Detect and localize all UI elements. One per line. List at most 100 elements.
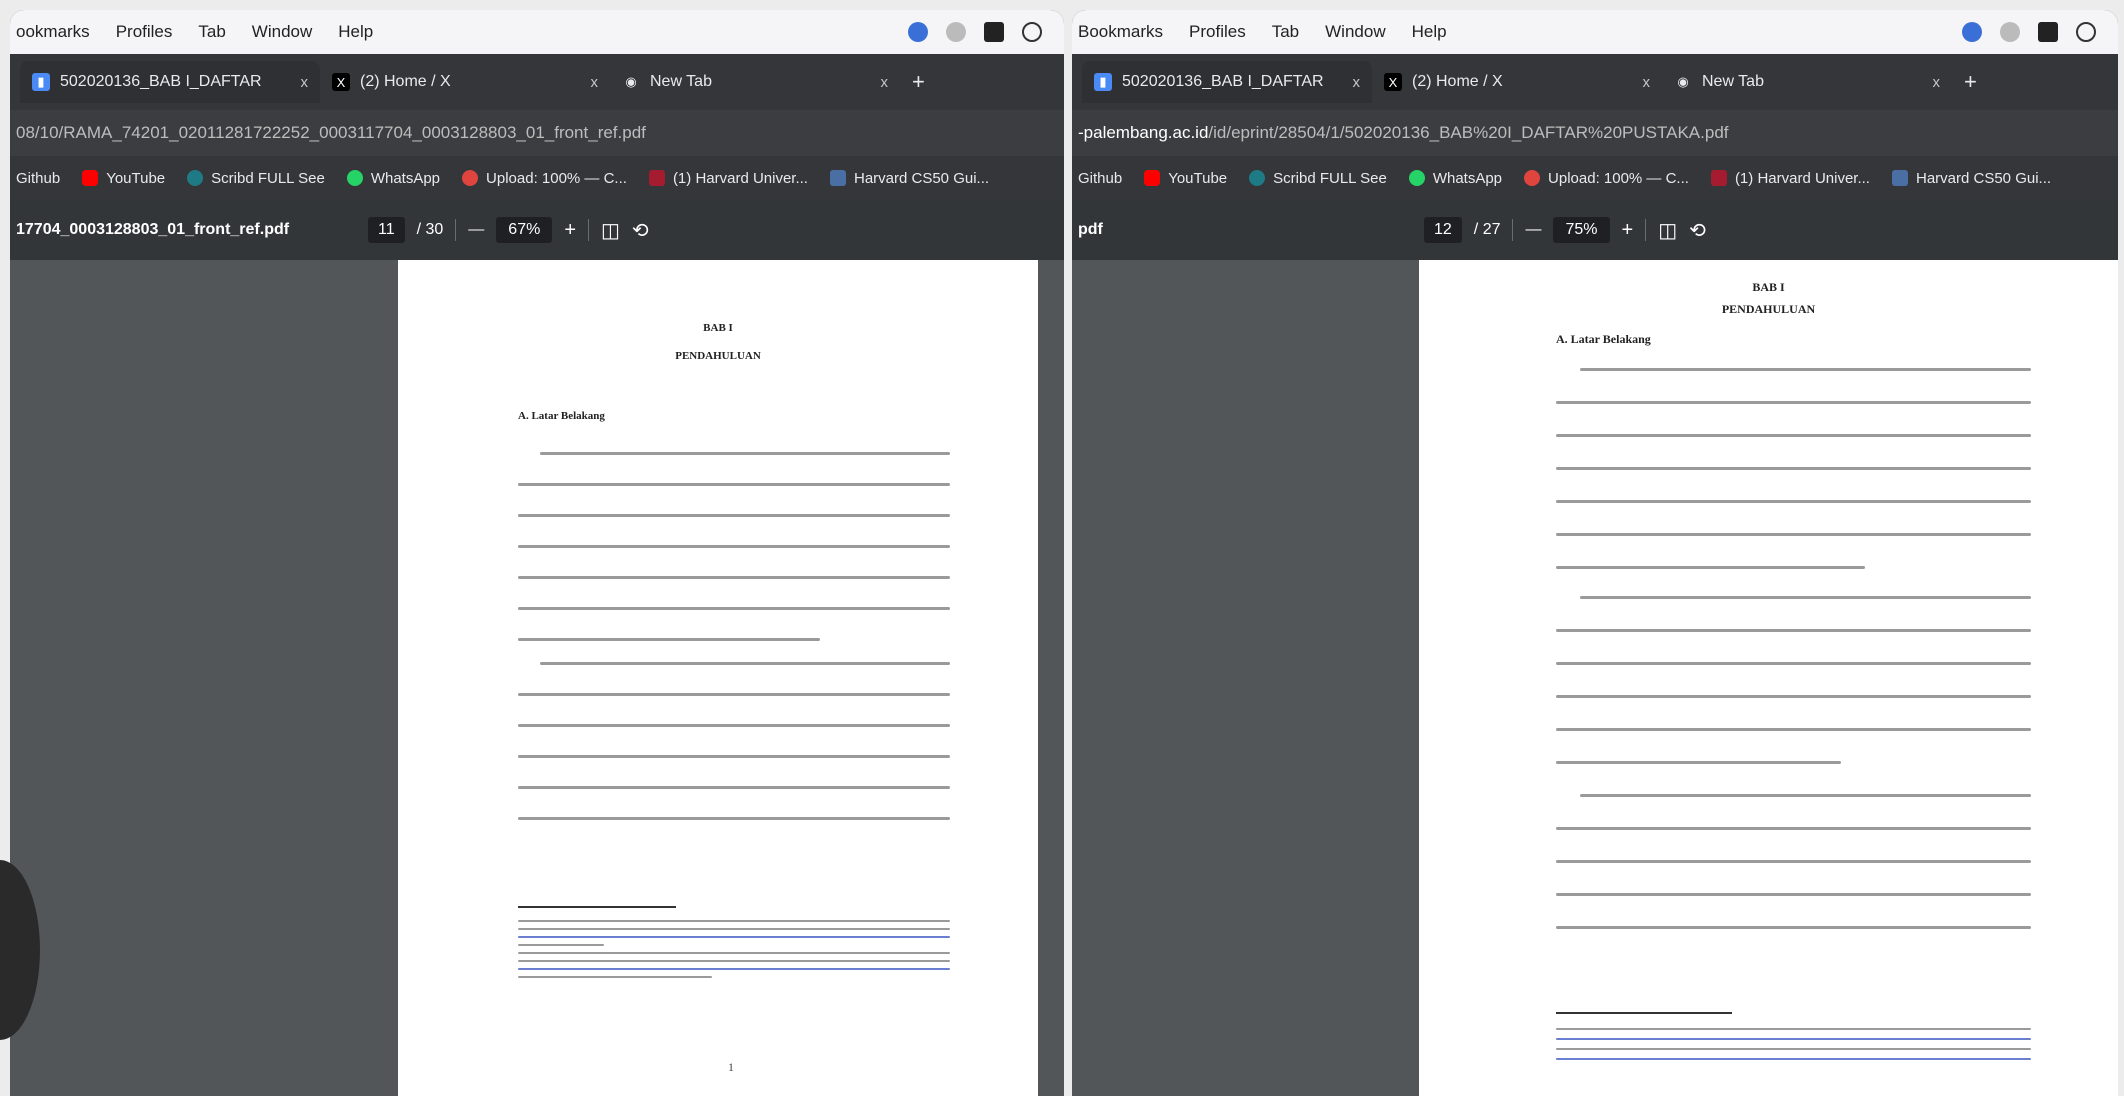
bookmark-label: Harvard CS50 Gui... (853, 169, 990, 187)
new-tab-button[interactable]: + (1952, 69, 1989, 95)
left-browser-window: ookmarks Profiles Tab Window Help ▮ 5020… (10, 10, 1064, 1096)
rotate-icon[interactable]: ⟲ (1689, 218, 1706, 243)
footnote-rule (518, 906, 676, 908)
bookmark-harvard[interactable]: (1) Harvard Univer... (648, 169, 808, 187)
bookmark-whatsapp[interactable]: WhatsApp (1408, 170, 1502, 187)
bookmark-github[interactable]: Github (16, 170, 60, 187)
fit-page-icon[interactable]: ◫ (1658, 218, 1677, 243)
menu-window[interactable]: Window (1325, 22, 1385, 42)
tab-label: 502020136_BAB I_DAFTAR (60, 73, 262, 90)
bookmark-youtube[interactable]: YouTube (82, 170, 165, 187)
menu-bookmarks[interactable]: Bookmarks (1078, 22, 1163, 42)
menu-help[interactable]: Help (338, 22, 373, 42)
pdf-viewer[interactable]: BAB I PENDAHULUAN A. Latar Belakang (1072, 260, 2118, 1096)
body-text-paragraph-1 (518, 452, 950, 669)
bookmark-label: (1) Harvard Univer... (672, 169, 808, 187)
tab-pdf[interactable]: ▮ 502020136_BAB I_DAFTAR x (20, 61, 320, 103)
address-bar[interactable]: -palembang.ac.id /id/eprint/28504/1/5020… (1072, 110, 2118, 156)
bookmark-scribd[interactable]: Scribd FULL See (187, 170, 325, 187)
tab-x-home[interactable]: X (2) Home / X x (320, 61, 610, 103)
zoom-in-button[interactable]: + (564, 219, 576, 242)
pdf-viewer[interactable]: BAB I PENDAHULUAN A. Latar Belakang (10, 260, 1064, 1096)
menu-profiles[interactable]: Profiles (1189, 22, 1246, 42)
sync-icon[interactable] (946, 22, 966, 42)
menu-profiles[interactable]: Profiles (116, 22, 173, 42)
tab-label: (2) Home / X (1412, 73, 1503, 90)
bookmarks-bar: Github YouTube Scribd FULL See WhatsApp … (1072, 156, 2118, 200)
page-number-input[interactable]: 12 (1424, 217, 1462, 243)
bookmark-label: YouTube (1168, 169, 1228, 187)
chapter-number: BAB I (703, 322, 733, 334)
menu-bookmarks[interactable]: ookmarks (16, 22, 90, 42)
menu-bar: ookmarks Profiles Tab Window Help (10, 10, 1064, 54)
bookmark-whatsapp[interactable]: WhatsApp (346, 170, 440, 187)
cs50-icon (829, 170, 846, 186)
control-center-icon[interactable] (2076, 22, 2096, 42)
bookmark-cs50[interactable]: Harvard CS50 Gui... (829, 169, 990, 187)
sync-icon[interactable] (2000, 22, 2020, 42)
profile-icon[interactable] (908, 22, 928, 42)
bookmark-github[interactable]: Github (1078, 170, 1122, 187)
body-text-paragraph-1 (1556, 368, 2031, 599)
bookmark-youtube[interactable]: YouTube (1144, 170, 1227, 187)
close-icon[interactable]: x (1933, 74, 1941, 91)
bookmark-label: Github (16, 169, 61, 187)
youtube-icon (1144, 170, 1161, 186)
whatsapp-icon (346, 170, 363, 186)
close-icon[interactable]: x (881, 74, 889, 91)
zoom-input[interactable]: 67% (496, 217, 553, 243)
close-icon[interactable]: x (1353, 74, 1361, 91)
body-text-paragraph-3 (1556, 794, 2031, 959)
control-center-icon[interactable] (1022, 22, 1042, 42)
globe-icon: ◉ (625, 74, 637, 89)
bookmark-scribd[interactable]: Scribd FULL See (1249, 170, 1387, 187)
upload-icon (462, 170, 479, 186)
zoom-input[interactable]: 75% (1553, 217, 1610, 243)
cs50-icon (1891, 170, 1908, 186)
bookmark-harvard[interactable]: (1) Harvard Univer... (1710, 170, 1870, 187)
scribd-icon (187, 170, 204, 186)
rotate-icon[interactable]: ⟲ (632, 218, 649, 243)
system-tray (1962, 22, 2112, 42)
bookmark-cs50[interactable]: Harvard CS50 Gui... (1891, 169, 2052, 187)
zoom-in-button[interactable]: + (1622, 219, 1634, 242)
close-icon[interactable]: x (1643, 74, 1651, 91)
tab-new[interactable]: ◉ New Tab x (610, 61, 900, 103)
pdf-controls: 11 / 30 — 67% + ◫ ⟲ (368, 217, 649, 243)
bookmark-label: Upload: 100% — C... (486, 169, 627, 187)
bookmark-upload[interactable]: Upload: 100% — C... (1524, 170, 1689, 187)
body-text-paragraph-2 (1556, 596, 2031, 794)
body-text-paragraph-2 (518, 662, 950, 848)
profile-icon[interactable] (1962, 22, 1982, 42)
fit-page-icon[interactable]: ◫ (601, 218, 620, 243)
menu-tab[interactable]: Tab (1272, 22, 1299, 42)
tab-x-home[interactable]: X (2) Home / X x (1372, 61, 1662, 103)
close-icon[interactable]: x (301, 74, 309, 91)
bookmark-label: Harvard CS50 Gui... (1915, 169, 2052, 187)
extension-icon[interactable] (984, 22, 1004, 42)
tab-strip: ▮ 502020136_BAB I_DAFTAR x X (2) Home / … (1072, 54, 2118, 110)
url-path: /id/eprint/28504/1/502020136_BAB%20I_DAF… (1208, 123, 1729, 142)
page-total: / 30 (416, 221, 444, 238)
tab-strip: ▮ 502020136_BAB I_DAFTAR x X (2) Home / … (10, 54, 1064, 110)
tab-pdf[interactable]: ▮ 502020136_BAB I_DAFTAR x (1082, 61, 1372, 103)
pdf-filename: pdf (1078, 221, 1103, 238)
zoom-out-button[interactable]: — (1525, 221, 1541, 239)
bookmark-upload[interactable]: Upload: 100% — C... (462, 170, 627, 187)
screenshot-stage: ookmarks Profiles Tab Window Help ▮ 5020… (0, 0, 2124, 1096)
upload-icon (1524, 170, 1541, 186)
x-logo-icon: X (332, 73, 350, 91)
page-total: / 27 (1473, 221, 1501, 238)
menu-tab[interactable]: Tab (198, 22, 225, 42)
extension-icon[interactable] (2038, 22, 2058, 42)
tab-new[interactable]: ◉ New Tab x (1662, 61, 1952, 103)
menu-window[interactable]: Window (252, 22, 312, 42)
menu-help[interactable]: Help (1412, 22, 1447, 42)
page-number-input[interactable]: 11 (368, 217, 405, 243)
close-icon[interactable]: x (591, 74, 599, 91)
address-bar[interactable]: 08/10/RAMA_74201_02011281722252_00031177… (10, 110, 1064, 156)
bookmark-label: Upload: 100% — C... (1548, 169, 1689, 187)
pdf-filename: 17704_0003128803_01_front_ref.pdf (16, 221, 290, 238)
new-tab-button[interactable]: + (900, 69, 937, 95)
zoom-out-button[interactable]: — (468, 221, 484, 239)
